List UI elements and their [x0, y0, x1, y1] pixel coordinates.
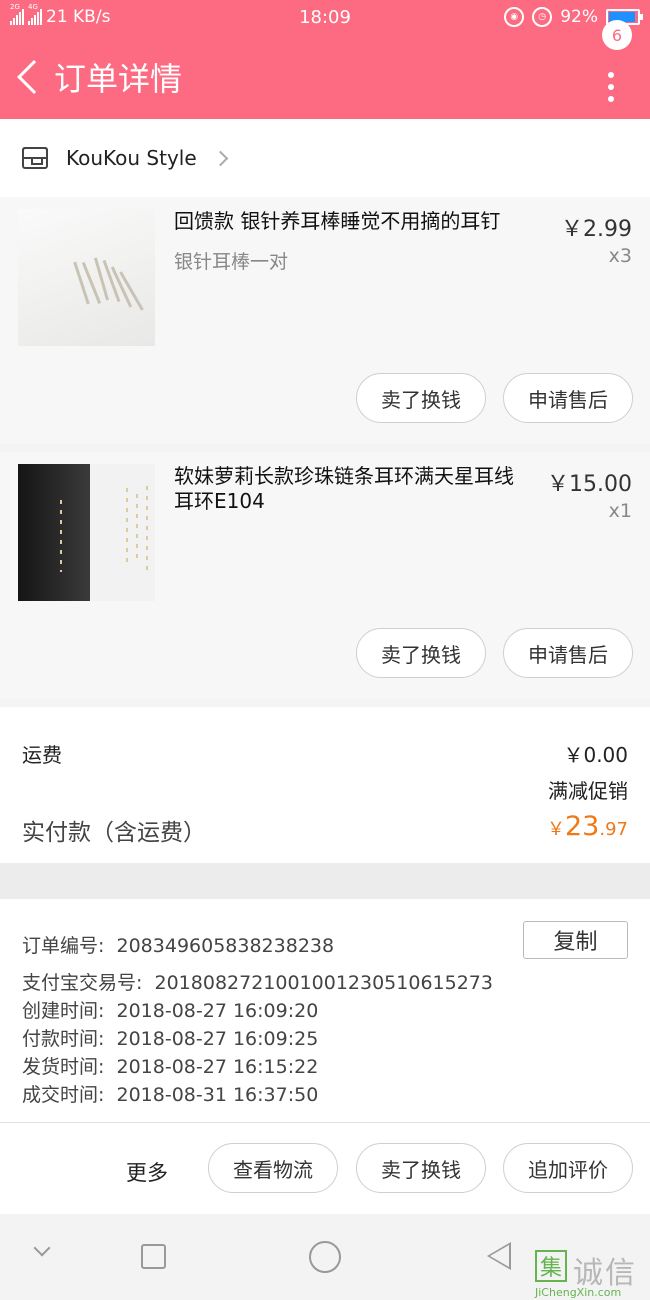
nav-bar: 订单详情 6	[0, 20, 650, 119]
section-divider	[0, 863, 650, 899]
more-menu-icon[interactable]	[608, 72, 614, 102]
shipping-label: 运费	[22, 743, 62, 767]
paid-time-label: 付款时间:	[22, 1028, 105, 1050]
after-sales-button[interactable]: 申请售后	[503, 373, 633, 423]
promo-label: 满减促销	[548, 779, 628, 803]
order-item: 软妹萝莉长款珍珠链条耳环满天星耳线耳环E104 ￥15.00 x1 卖了换钱 申…	[0, 452, 650, 699]
message-count-badge[interactable]: 6	[602, 20, 632, 50]
more-actions-button[interactable]: 更多	[126, 1157, 168, 1187]
completed-time-label: 成交时间:	[22, 1084, 105, 1106]
paid-decimal: .97	[599, 819, 628, 840]
completed-time: 2018-08-31 16:37:50	[116, 1084, 319, 1106]
header-area: 2G 4G 21 KB/s 18:09 ◉ ◷ 92% 订单详情 6	[0, 0, 650, 119]
watermark-url: JiChengXin.com	[535, 1286, 622, 1299]
price-summary: 运费 ￥0.00 满减促销 实付款（含运费） ￥23.97	[0, 707, 650, 863]
copy-button[interactable]: 复制	[523, 921, 628, 959]
home-icon[interactable]	[309, 1241, 341, 1273]
status-bar: 2G 4G 21 KB/s 18:09 ◉ ◷ 92%	[0, 0, 650, 34]
product-quantity: x3	[608, 245, 632, 267]
recent-apps-icon[interactable]	[141, 1244, 166, 1269]
created-time-row: 创建时间: 2018-08-27 16:09:20	[22, 996, 318, 1023]
chevron-down-icon[interactable]	[33, 1239, 51, 1257]
product-title[interactable]: 软妹萝莉长款珍珠链条耳环满天星耳线耳环E104	[174, 464, 524, 514]
shipped-time-label: 发货时间:	[22, 1056, 105, 1078]
store-icon	[22, 147, 48, 169]
order-number: 208349605838238238	[116, 935, 335, 957]
created-time-label: 创建时间:	[22, 1000, 105, 1022]
paid-time: 2018-08-27 16:09:25	[116, 1028, 319, 1050]
after-sales-button[interactable]: 申请售后	[503, 628, 633, 678]
paid-currency: ￥	[547, 819, 565, 840]
sell-button[interactable]: 卖了换钱	[356, 373, 486, 423]
alipay-number: 2018082721001001230510615273	[154, 972, 493, 994]
sell-button[interactable]: 卖了换钱	[356, 1143, 486, 1193]
product-price: ￥15.00	[547, 472, 632, 497]
back-triangle-icon[interactable]	[487, 1242, 511, 1270]
paid-amount: ￥23.97	[547, 811, 628, 842]
paid-integer: 23	[565, 811, 600, 842]
sell-button[interactable]: 卖了换钱	[356, 628, 486, 678]
paid-label: 实付款（含运费）	[22, 820, 206, 846]
product-title[interactable]: 回馈款 银针养耳棒睡觉不用摘的耳钉	[174, 209, 524, 234]
shop-row[interactable]: KouKou Style	[0, 119, 650, 197]
product-image[interactable]	[18, 464, 155, 601]
page-title: 订单详情	[54, 59, 183, 98]
shipped-time: 2018-08-27 16:15:22	[116, 1056, 319, 1078]
shipped-time-row: 发货时间: 2018-08-27 16:15:22	[22, 1052, 318, 1079]
shipping-value: ￥0.00	[563, 743, 628, 767]
order-info: 订单编号: 208349605838238238 复制 支付宝交易号: 2018…	[0, 899, 650, 1123]
created-time: 2018-08-27 16:09:20	[116, 1000, 319, 1022]
watermark: 集 诚信 JiChengXin.com	[535, 1248, 647, 1299]
product-price: ￥2.99	[561, 217, 632, 242]
chevron-right-icon	[212, 150, 228, 166]
watermark-logo: 集	[535, 1250, 567, 1282]
shop-name[interactable]: KouKou Style	[66, 146, 197, 170]
product-spec: 银针耳棒一对	[174, 251, 289, 273]
back-arrow-icon[interactable]	[17, 59, 51, 94]
track-logistics-button[interactable]: 查看物流	[208, 1143, 338, 1193]
order-item: 回馈款 银针养耳棒睡觉不用摘的耳钉 银针耳棒一对 ￥2.99 x3 卖了换钱 申…	[0, 197, 650, 444]
order-number-label: 订单编号:	[22, 935, 105, 957]
paid-time-row: 付款时间: 2018-08-27 16:09:25	[22, 1024, 318, 1051]
product-image[interactable]	[18, 209, 155, 346]
alipay-number-label: 支付宝交易号:	[22, 972, 143, 994]
bottom-action-bar: 更多 查看物流 卖了换钱 追加评价	[0, 1122, 650, 1214]
order-number-row: 订单编号: 208349605838238238	[22, 931, 334, 958]
product-quantity: x1	[608, 500, 632, 522]
add-review-button[interactable]: 追加评价	[503, 1143, 633, 1193]
clock: 18:09	[299, 7, 351, 28]
completed-time-row: 成交时间: 2018-08-31 16:37:50	[22, 1080, 318, 1107]
alipay-number-row: 支付宝交易号: 2018082721001001230510615273	[22, 968, 493, 995]
